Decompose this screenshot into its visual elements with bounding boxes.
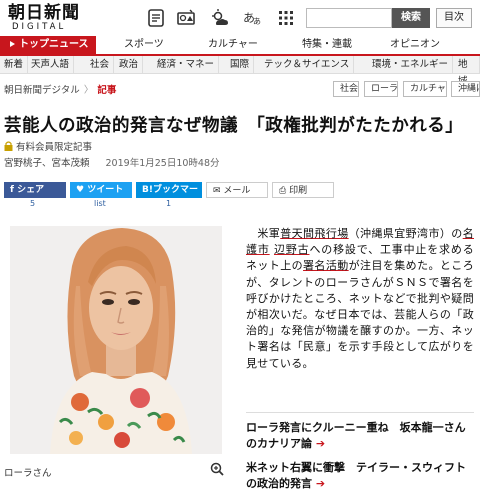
hatena-icon: B! [142, 185, 153, 195]
related-articles: ローラ発言にクルーニー重ね 坂本龍一さんのカナリア論 ➔ 米ネット右翼に衝撃 テ… [246, 420, 474, 493]
hatena-bookmark-button[interactable]: B!ブックマーク [136, 182, 202, 211]
logo-japanese: 朝日新聞 [8, 3, 80, 23]
article-body: 米軍普天間飛行場（沖縄県宜野湾市）の名護市 辺野古への移設で、工事中止を求めるネ… [246, 227, 475, 370]
subnav-item-latest[interactable]: 新着 [0, 56, 29, 74]
main-navigation: トップニュース スポーツ カルチャー 特集・連載 オピニオン [0, 36, 480, 56]
tag-society[interactable]: 社会 [333, 81, 359, 97]
facebook-share-button[interactable]: f シェア [4, 182, 66, 198]
site-logo[interactable]: 朝日新聞 DIGITAL [8, 4, 92, 32]
arrow-right-icon: ➔ [312, 477, 326, 490]
tag-rola[interactable]: ローラ [364, 81, 398, 97]
breadcrumb-separator-icon: 〉 [83, 85, 94, 96]
nav-item-sports[interactable]: スポーツ [124, 36, 164, 54]
subnav-item-politics[interactable]: 政治 [115, 56, 144, 74]
subnav-item-region[interactable]: 地域 [454, 56, 480, 87]
link-petition[interactable]: 署名活動 [303, 259, 349, 272]
related-article-link[interactable]: 米ネット右翼に衝撃 テイラー・スウィフトの政治的発言 ➔ [246, 460, 474, 492]
breadcrumb-current: 記事 [97, 85, 117, 96]
subnav-item-environment[interactable]: 環境・エネルギー [368, 56, 454, 74]
subnav-item-society[interactable]: 社会 [86, 56, 115, 74]
search-input[interactable] [306, 8, 392, 28]
breadcrumb-home[interactable]: 朝日新聞デジタル [4, 85, 80, 96]
zoom-icon[interactable] [210, 462, 224, 476]
nav-item-opinion[interactable]: オピニオン [390, 36, 440, 54]
subnav-item-international[interactable]: 国際 [226, 56, 255, 74]
member-only-label: 有料会員限定記事 [4, 139, 92, 153]
logo-english: DIGITAL [12, 22, 67, 32]
byline: 宮野桃子、宮本茂頼 2019年1月25日10時48分 [4, 155, 220, 169]
print-button[interactable]: ⎙ 印刷 [272, 182, 334, 198]
font-size-icon[interactable]: ああ [242, 8, 262, 28]
publish-date: 2019年1月25日10時48分 [105, 158, 220, 169]
briefing-icon[interactable] [146, 8, 166, 28]
facebook-icon: f [10, 185, 18, 195]
sports-icon[interactable] [176, 8, 196, 28]
breadcrumb: 朝日新聞デジタル〉記事 [4, 82, 116, 96]
tag-culture[interactable]: カルチャー [403, 81, 447, 97]
site-header: 朝日新聞 DIGITAL ああ 検索 目次 [0, 0, 480, 36]
search-button[interactable]: 検索 [392, 8, 430, 28]
article-title: 芸能人の政治的発言なぜ物議 「政権批判がたたかれる」 [4, 116, 464, 136]
breadcrumb-row: 朝日新聞デジタル〉記事 社会 ローラ カルチャー 沖縄はいま [0, 80, 480, 98]
subnav-item-economy[interactable]: 経済・マネー [153, 56, 220, 74]
article-photo[interactable] [10, 226, 222, 454]
mail-share-button[interactable]: ✉ メール [206, 182, 268, 198]
triangle-icon [10, 41, 15, 47]
grid-menu-icon[interactable] [276, 8, 296, 28]
twitter-share-count[interactable]: list [94, 199, 106, 208]
twitter-share-button[interactable]: ♥ ツイート [70, 182, 132, 198]
subnav-item-tensei-jingo[interactable]: 天声人語 [27, 56, 75, 74]
sub-navigation: 新着 天声人語 社会 政治 経済・マネー 国際 テック＆サイエンス 環境・エネル… [0, 56, 480, 87]
nav-item-features[interactable]: 特集・連載 [302, 36, 352, 54]
print-icon: ⎙ [279, 186, 290, 196]
twitter-icon: ♥ [76, 185, 88, 195]
portrait-illustration [10, 226, 222, 454]
table-of-contents-button[interactable]: 目次 [436, 8, 472, 28]
nav-item-culture[interactable]: カルチャー [208, 36, 258, 54]
link-henoko[interactable]: 辺野古 [274, 243, 309, 256]
tag-okinawa[interactable]: 沖縄はいま [451, 81, 480, 97]
link-futenma[interactable]: 普天間飛行場 [280, 227, 348, 240]
lock-icon [4, 141, 13, 151]
authors: 宮野桃子、宮本茂頼 [4, 158, 90, 169]
subnav-item-tech-science[interactable]: テック＆サイエンス [260, 56, 355, 74]
weather-icon[interactable] [210, 8, 230, 28]
mail-icon: ✉ [213, 186, 224, 196]
hatena-bookmark-count[interactable]: 1 [166, 199, 171, 208]
svg-text:あ: あ [253, 17, 261, 26]
arrow-right-icon: ➔ [312, 437, 326, 450]
nav-item-top-news[interactable]: トップニュース [0, 36, 96, 54]
related-divider [246, 412, 474, 413]
facebook-share-count: 5 [30, 199, 36, 208]
photo-caption: ローラさん [4, 468, 52, 479]
related-article-link[interactable]: ローラ発言にクルーニー重ね 坂本龍一さんのカナリア論 ➔ [246, 420, 474, 452]
